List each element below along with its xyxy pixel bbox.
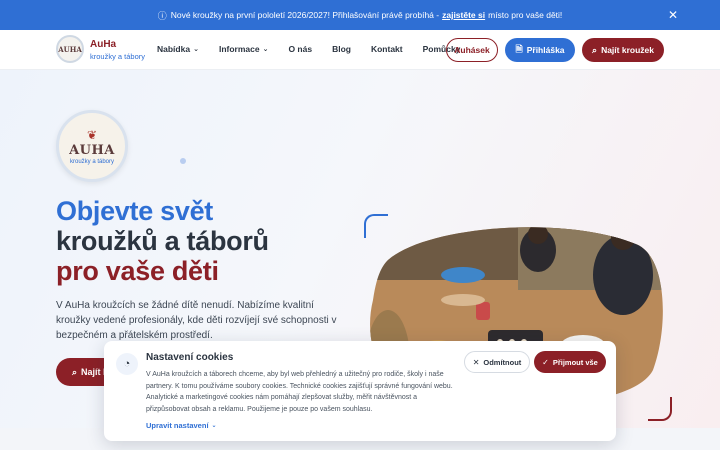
nav-item-label: Nabídka — [157, 44, 191, 54]
hero-logo-subtitle: kroužky a tábory — [69, 158, 115, 165]
leaf-icon: ❦ — [86, 127, 98, 142]
hero-logo-text: AUHA — [69, 142, 115, 158]
nav-item-kontakt[interactable]: Kontakt — [371, 44, 403, 54]
nav-item-o-nas[interactable]: O nás — [288, 44, 312, 54]
cookie-title: Nastavení cookies — [146, 352, 234, 363]
announcement-bar: ⓘ Nové kroužky na první pololetí 2026/20… — [0, 0, 720, 30]
nav-item-label: Informace — [218, 44, 260, 54]
nav-item-label: O nás — [288, 44, 313, 54]
chevron-down-icon: ⌄ — [211, 423, 217, 429]
announcement-text-end: místo pro vaše děti! — [488, 10, 563, 20]
cookie-decline-label: Odmítnout — [483, 357, 522, 367]
close-icon: ✕ — [472, 357, 480, 367]
announcement-link[interactable]: zajistěte si — [442, 10, 485, 20]
main-nav: Nabídka ⌄ Informace ⌄ O nás Blog Kontakt… — [157, 44, 480, 54]
logo-text: AUHA — [58, 44, 82, 54]
check-icon: ✓ — [542, 357, 549, 367]
nav-item-blog[interactable]: Blog — [332, 44, 351, 54]
brand-name[interactable]: AuHa — [90, 39, 116, 50]
cookie-decline-button[interactable]: ✕ Odmítnout — [464, 351, 530, 373]
cookie-settings-link[interactable]: Upravit nastavení ⌄ — [146, 421, 217, 430]
announcement-text: Nové kroužky na první pololetí 2026/2027… — [170, 10, 440, 20]
search-icon: ⌕ — [592, 44, 598, 55]
document-icon: 🗎 — [515, 44, 523, 54]
find-course-label: Najít kroužek — [601, 45, 654, 55]
nav-item-label: Blog — [332, 44, 351, 54]
cookie-accept-button[interactable]: ✓ Přijmout vše — [534, 351, 606, 373]
find-course-button[interactable]: ⌕ Najít kroužek — [582, 38, 664, 62]
hero-title-line-2: kroužků a táborů — [56, 226, 269, 256]
brand-subtitle: kroužky a tábory — [90, 52, 146, 61]
cookie-text: V AuHa kroužcích a táborech chceme, aby … — [146, 371, 453, 413]
hero-title-line-3: pro vaše děti — [56, 256, 219, 286]
search-icon: ⌕ — [72, 366, 78, 377]
site-logo[interactable]: AUHA — [56, 35, 84, 63]
site-header: AUHA AuHa kroužky a tábory Nabídka ⌄ Inf… — [0, 30, 720, 70]
prihlaska-button[interactable]: 🗎 Přihláška — [505, 38, 575, 62]
cookie-settings-label: Upravit nastavení — [146, 421, 209, 430]
chevron-down-icon: ⌄ — [262, 46, 269, 53]
info-icon: ⓘ — [157, 10, 167, 21]
cookie-banner: ◔ Nastavení cookies V AuHa kroužcích a t… — [104, 341, 616, 441]
decorative-dot — [180, 158, 186, 164]
prihlaska-label: Přihláška — [526, 45, 565, 55]
hero-lead: V AuHa kroužcích se žádné dítě nenudí. N… — [56, 300, 337, 341]
hero-logo: ❦ AUHA kroužky a tábory — [56, 110, 128, 182]
cookie-icon: ◔ — [116, 353, 138, 375]
cookie-accept-label: Přijmout vše — [552, 357, 598, 367]
nav-item-nabidka[interactable]: Nabídka ⌄ — [157, 44, 199, 54]
nav-item-informace[interactable]: Informace ⌄ — [219, 44, 269, 54]
nav-item-label: Kontakt — [370, 44, 403, 54]
chevron-down-icon: ⌄ — [193, 46, 199, 53]
auhasek-button[interactable]: Auhásek — [446, 38, 498, 62]
close-icon[interactable]: ✕ — [668, 9, 678, 21]
hero-title-line-1: Objevte svět — [56, 196, 213, 226]
